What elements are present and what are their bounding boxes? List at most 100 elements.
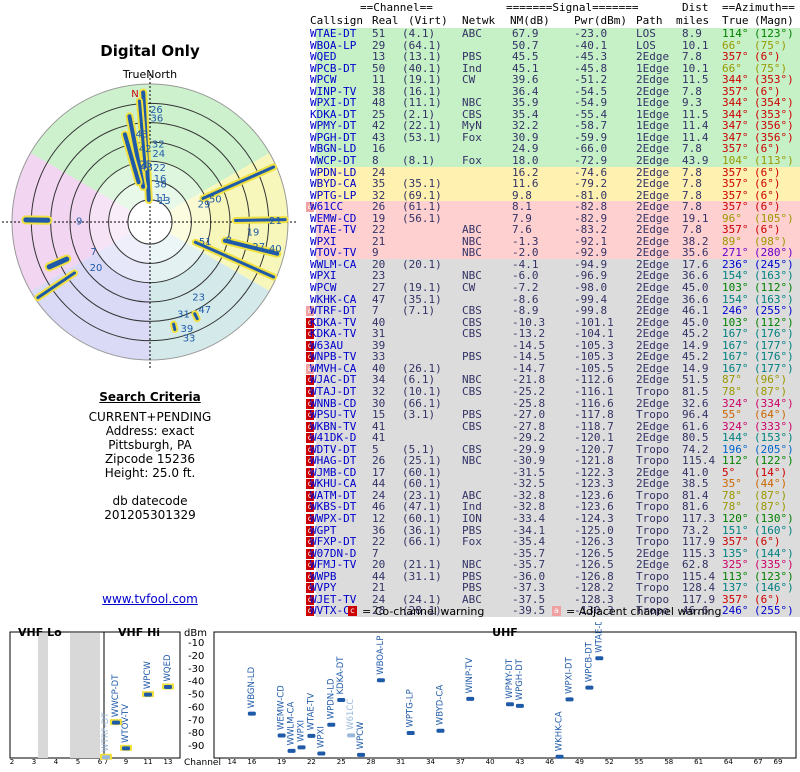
station-bar (377, 678, 385, 682)
cell-path: Tropo (636, 409, 669, 421)
uhf-label: UHF (492, 626, 518, 639)
cell-nm: -8.9 (512, 305, 539, 317)
cell-callsign[interactable]: W41DK-D (310, 432, 356, 444)
cell-path: 2Edge (636, 559, 669, 571)
cell-true: 114° (722, 28, 749, 40)
criteria-mode: CURRENT+PENDING (30, 410, 270, 424)
station-bar (337, 698, 345, 702)
cell-path: LOS (636, 28, 656, 40)
station-bar (516, 704, 524, 708)
cell-true: 120° (722, 513, 749, 525)
station-channel-label: 38 (154, 179, 167, 190)
cell-callsign[interactable]: WFXP-DT (310, 536, 356, 548)
station-bar (248, 712, 256, 716)
cell-callsign[interactable]: WTAE-DT (310, 28, 356, 40)
table-row: WWCP-DT8(8.1)Fox18.0-72.92Edge43.9104°(1… (316, 155, 800, 167)
table-row: WPCW27(19.1)CW-7.2-98.02Edge45.0103°(112… (316, 282, 800, 294)
cell-real: 7 (372, 305, 379, 317)
x-tick-label: 9 (124, 758, 128, 766)
station-bar (407, 731, 415, 735)
cell-netwk: NBC (462, 559, 482, 571)
cell-callsign[interactable]: WBYD-CA (310, 178, 356, 190)
vhf-lo-label: VHF Lo (18, 626, 62, 639)
cell-magn: (130°) (754, 513, 794, 525)
y-tick-label: -30 (188, 664, 204, 675)
x-tick-label: 4 (54, 758, 59, 766)
cell-callsign[interactable]: WTAJ-DT (310, 386, 356, 398)
cell-netwk: Fox (462, 155, 482, 167)
table-row: WTAE-DT51(4.1)ABC67.9-23.0LOS8.9114°(123… (316, 28, 800, 40)
cell-real: 11 (372, 74, 385, 86)
cell-dist: 11.5 (682, 74, 709, 86)
cell-callsign[interactable]: WWPX-DT (310, 513, 356, 525)
table-row: WPCW11(19.1)CW39.6-51.22Edge11.5344°(353… (316, 74, 800, 86)
cell-virt: (10.1) (402, 386, 442, 398)
x-tick-label: 25 (337, 758, 346, 766)
station-bar (506, 702, 514, 706)
x-tick-label: 64 (724, 758, 733, 766)
cell-nm: -35.7 (512, 559, 545, 571)
cell-true: 103° (722, 282, 749, 294)
cell-callsign[interactable]: WPCW (310, 74, 337, 86)
station-channel-label: 47 (198, 305, 211, 316)
x-tick-label: 16 (247, 758, 256, 766)
cell-netwk: CBS (462, 386, 482, 398)
x-tick-label: 55 (635, 758, 644, 766)
station-rows: WTAE-DT51(4.1)ABC67.9-23.0LOS8.9114°(123… (306, 28, 800, 617)
adjacent-channel-warning-icon: a (552, 606, 561, 616)
cell-callsign[interactable]: WFMJ-TV (310, 559, 356, 571)
cell-virt: (8.1) (402, 155, 435, 167)
station-table: ==Channel== =======Signal======= Dist ==… (306, 2, 800, 617)
station-bar (595, 656, 603, 660)
station-bar (436, 729, 444, 733)
db-datecode-value: 201205301329 (30, 508, 270, 522)
cell-real: 41 (372, 432, 385, 444)
cell-callsign[interactable]: WQED (310, 51, 337, 63)
cell-magn: (6°) (754, 178, 781, 190)
cell-netwk: PBS (462, 51, 482, 63)
cell-path: 2Edge (636, 178, 669, 190)
table-row: cW41DK-D41-29.2-120.12Edge80.5144°(153°) (316, 432, 800, 444)
x-tick-label: 5 (76, 758, 80, 766)
cell-true: 357° (722, 178, 749, 190)
criteria-zip: Zipcode 15236 (30, 452, 270, 466)
warning-legend: c = Co-channel warning a = Adjacent chan… (306, 605, 800, 619)
cell-callsign[interactable]: WPSU-TV (310, 409, 356, 421)
cell-real: 12 (372, 513, 385, 525)
cell-dist: 45.0 (682, 282, 709, 294)
col-nm: NM(dB) (510, 14, 550, 28)
cell-nm: 39.6 (512, 74, 539, 86)
cell-pwr: -126.3 (574, 536, 614, 548)
cell-true: 357° (722, 536, 749, 548)
y-tick-label: -50 (188, 690, 204, 701)
x-tick-label: 34 (426, 758, 435, 766)
col-netwk: Netwk (462, 14, 495, 28)
cell-dist: 117.9 (682, 536, 715, 548)
cell-true: 78° (722, 386, 742, 398)
station-bar-label: WBOA-LP (376, 636, 386, 675)
station-channel-label: 43 (136, 129, 149, 140)
station-bar-label: WQED (163, 654, 173, 681)
cell-pwr: -45.3 (574, 51, 607, 63)
spectrum-svg: VHF LoVHF HiUHFdBmChannel-10-20-30-40-50… (0, 622, 800, 768)
y-tick-label: -10 (188, 638, 204, 649)
cell-callsign[interactable]: WPCW (310, 282, 337, 294)
adjacent-channel-legend-text: = Adjacent channel warning (566, 605, 722, 618)
cell-netwk: ABC (462, 28, 482, 40)
cell-true: 357° (722, 51, 749, 63)
cell-netwk: ABC (462, 594, 482, 606)
cell-path: 2Edge (636, 305, 669, 317)
table-row: aWTRF-DT7(7.1)CBS-8.9-99.82Edge46.1246°(… (316, 305, 800, 317)
cell-callsign[interactable]: WTRF-DT (310, 305, 356, 317)
x-tick-label: 31 (396, 758, 405, 766)
station-channel-label: 42 (139, 144, 152, 155)
station-channel-label: 9 (76, 217, 82, 228)
cell-real: 51 (372, 28, 385, 40)
col-pwr: Pwr(dBm) (574, 14, 627, 28)
station-bar-label: WTOV-TV (121, 704, 131, 743)
cell-callsign[interactable]: WWCP-DT (310, 155, 356, 167)
station-channel-label: 13 (158, 196, 171, 207)
tvfool-link[interactable]: www.tvfool.com (30, 592, 270, 606)
cell-magn: (87°) (754, 386, 787, 398)
table-row: cWTAJ-DT32(10.1)CBS-25.2-116.1Tropo81.57… (316, 386, 800, 398)
